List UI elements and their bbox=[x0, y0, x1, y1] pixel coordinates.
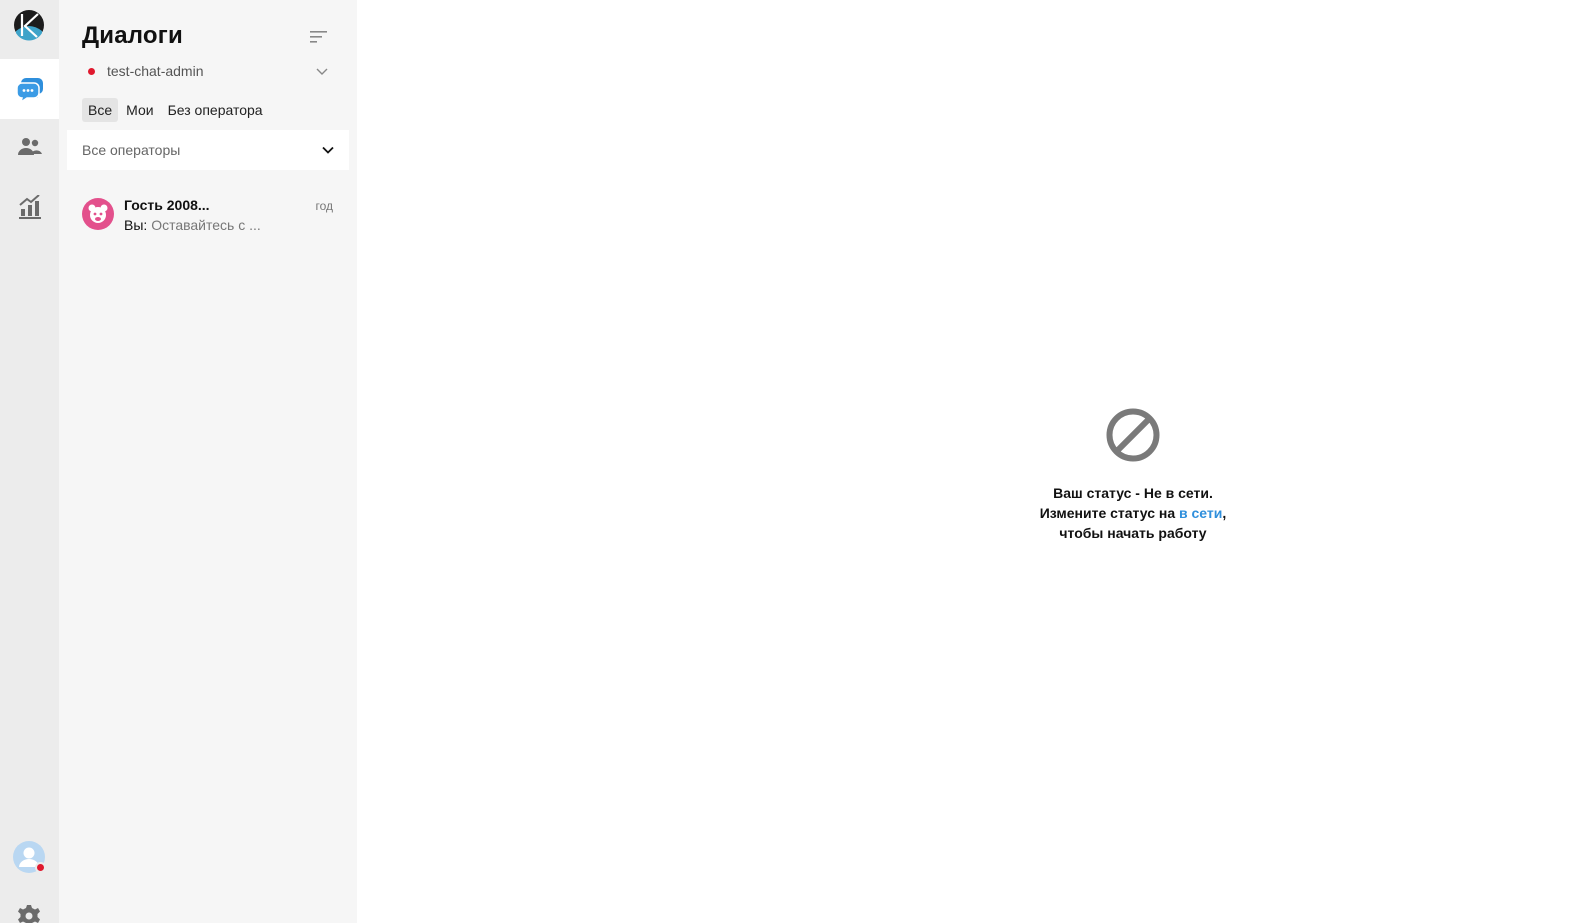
settings-gear-icon[interactable] bbox=[17, 904, 41, 923]
offline-line-1: Ваш статус - Не в сети. bbox=[1053, 485, 1213, 501]
stats-chart-icon bbox=[18, 195, 41, 219]
rail-item-statistics[interactable] bbox=[0, 177, 59, 237]
account-name: test-chat-admin bbox=[107, 63, 204, 79]
rail-item-contacts[interactable] bbox=[0, 117, 59, 177]
dialog-preview-text: Оставайтесь с ... bbox=[151, 217, 261, 233]
user-avatar[interactable] bbox=[13, 841, 46, 873]
dialog-time: год bbox=[315, 199, 333, 213]
page-title: Диалоги bbox=[82, 22, 183, 49]
account-selector[interactable]: test-chat-admin bbox=[82, 60, 332, 82]
tab-mine[interactable]: Мои bbox=[120, 98, 159, 122]
chevron-down-icon bbox=[316, 68, 328, 75]
operator-filter-value: Все операторы bbox=[82, 142, 181, 158]
users-icon bbox=[17, 138, 42, 155]
dialog-list-item[interactable]: Гость 2008... год Вы: Оставайтесь с ... bbox=[67, 190, 349, 240]
dialog-preview: Вы: Оставайтесь с ... bbox=[124, 217, 261, 233]
tab-no-operator[interactable]: Без оператора bbox=[162, 98, 269, 122]
operator-filter-select[interactable]: Все операторы bbox=[67, 130, 349, 170]
offline-line-2-suffix: , bbox=[1222, 505, 1227, 521]
dialog-preview-prefix: Вы: bbox=[124, 217, 148, 233]
go-online-link[interactable]: в сети bbox=[1179, 505, 1222, 521]
nav-rail bbox=[0, 0, 59, 923]
chat-bubbles-icon bbox=[15, 78, 43, 102]
dialog-guest-name: Гость 2008... bbox=[124, 197, 210, 213]
tab-all[interactable]: Все bbox=[82, 98, 119, 122]
no-entry-icon bbox=[1106, 408, 1160, 462]
guest-avatar bbox=[82, 198, 114, 230]
chevron-down-icon bbox=[322, 146, 334, 154]
user-status-dot bbox=[35, 862, 46, 873]
sort-filter-icon[interactable] bbox=[309, 29, 329, 45]
offline-line-2: Измените статус на в сети, bbox=[933, 503, 1333, 523]
offline-status-message: Ваш статус - Не в сети. Измените статус … bbox=[933, 483, 1333, 543]
guest-face-icon bbox=[88, 204, 108, 223]
dialog-filter-tabs: Все Мои Без оператора bbox=[82, 98, 269, 122]
account-status-dot bbox=[88, 67, 95, 75]
rail-item-dialogs[interactable] bbox=[0, 59, 59, 119]
dialogs-panel: Диалоги test-chat-admin Все Мои Без опер… bbox=[59, 0, 357, 923]
app-logo-icon[interactable] bbox=[13, 9, 45, 41]
main-content: Ваш статус - Не в сети. Измените статус … bbox=[357, 0, 1576, 923]
offline-line-3: чтобы начать работу bbox=[1059, 525, 1207, 541]
offline-line-2-prefix: Измените статус на bbox=[1039, 505, 1180, 521]
